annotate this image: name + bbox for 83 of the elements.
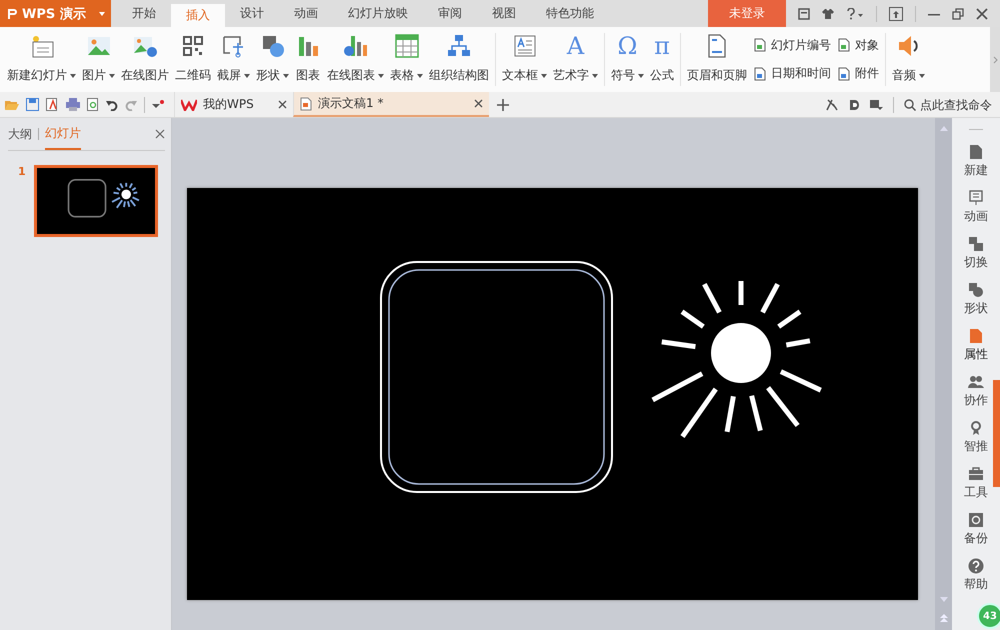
ribbon-button[interactable]: 在线图表: [324, 27, 387, 92]
ribbon-small-button[interactable]: 幻灯片编号: [753, 36, 831, 54]
file-icon: [837, 38, 851, 52]
restore-icon[interactable]: [952, 8, 964, 20]
menu-tab[interactable]: 幻灯片放映: [333, 0, 423, 27]
slide-number: 1: [18, 165, 26, 180]
ribbon-button[interactable]: 表格: [387, 27, 426, 92]
panel-toggle-handle[interactable]: [993, 380, 1000, 487]
sidebar-button[interactable]: 备份: [964, 506, 988, 552]
shapes-icon: [968, 282, 984, 298]
help-icon[interactable]: [846, 8, 864, 20]
org-chart-icon: [446, 33, 472, 59]
close-icon[interactable]: [278, 100, 287, 109]
sidebar-button[interactable]: 切换: [964, 230, 988, 276]
ribbon-button[interactable]: A 艺术字: [550, 27, 601, 92]
ribbon-button[interactable]: 音频: [889, 27, 928, 92]
award-icon: [968, 420, 984, 436]
sidebar-button[interactable]: 智推: [964, 414, 988, 460]
backup-icon: [968, 512, 984, 528]
pdf-export-icon[interactable]: [46, 98, 59, 111]
toolbox-icon: [968, 466, 984, 482]
presentation-file-icon: [300, 96, 312, 110]
sidebar-button[interactable]: 动画: [964, 184, 988, 230]
menu-tab[interactable]: 开始: [117, 0, 171, 27]
ribbon-button[interactable]: 图片: [79, 27, 118, 92]
transition-icon: [968, 236, 984, 252]
ribbon-button[interactable]: 页眉和页脚: [684, 27, 750, 92]
ribbon-small-button[interactable]: 附件: [837, 65, 879, 82]
ribbon-button[interactable]: 文本框: [499, 27, 550, 92]
search-icon: [904, 98, 916, 110]
menu-tab[interactable]: 特色功能: [531, 0, 609, 27]
sidebar-button[interactable]: 工具: [964, 460, 988, 506]
close-icon[interactable]: [155, 129, 165, 139]
menu-tab[interactable]: 动画: [279, 0, 333, 27]
print-icon[interactable]: [66, 98, 80, 111]
file-icon: [837, 66, 851, 81]
skin-icon[interactable]: [798, 8, 810, 20]
file-icon: [753, 66, 767, 81]
print-preview-icon[interactable]: [87, 98, 99, 111]
sidebar-button[interactable]: 形状: [964, 276, 988, 322]
ribbon-small-button[interactable]: 日期和时间: [753, 65, 831, 82]
ribbon-button[interactable]: Ω 符号: [608, 27, 647, 92]
shirt-icon[interactable]: [822, 8, 834, 20]
dropdown-icon[interactable]: [152, 100, 164, 110]
sidebar-button[interactable]: 新建: [964, 138, 988, 184]
comment-icon[interactable]: [870, 98, 883, 110]
text-box-icon: [512, 33, 538, 59]
ribbon-button[interactable]: 在线图片: [118, 27, 172, 92]
upload-icon[interactable]: [889, 6, 903, 20]
save-icon[interactable]: [26, 98, 39, 111]
people-icon: [968, 374, 984, 390]
ribbon-button[interactable]: 新建幻灯片: [4, 27, 79, 92]
chevron-right-icon: [992, 56, 998, 64]
file-icon: [753, 38, 767, 52]
sidebar-button[interactable]: 帮助: [964, 552, 988, 598]
panel-tab[interactable]: 大纲: [8, 120, 32, 148]
ribbon-button[interactable]: 二维码: [172, 27, 214, 92]
help-icon: [968, 558, 984, 574]
close-icon[interactable]: [976, 8, 988, 20]
sidebar-button[interactable]: 协作: [964, 368, 988, 414]
ribbon-small-button[interactable]: 对象: [837, 36, 879, 54]
undo-icon[interactable]: [106, 98, 118, 110]
wps-logo-icon: [181, 98, 197, 110]
app-name: WPS 演示: [22, 6, 86, 22]
ribbon-button[interactable]: 形状: [253, 27, 292, 92]
ribbon-button[interactable]: π 公式: [647, 27, 677, 92]
presentation-icon: [968, 190, 984, 206]
table-icon: [394, 33, 420, 59]
ribbon-button[interactable]: 组织结构图: [426, 27, 492, 92]
document-tab[interactable]: 演示文稿1 *: [293, 92, 489, 117]
qr-code-icon: [180, 33, 206, 59]
app-logo-icon: [6, 8, 18, 20]
command-search-field[interactable]: 点此查找命令: [904, 98, 996, 112]
close-icon[interactable]: [474, 99, 483, 108]
menu-tab[interactable]: 设计: [225, 0, 279, 27]
ribbon-button[interactable]: 图表: [292, 27, 324, 92]
ribbon-button[interactable]: 截屏: [214, 27, 253, 92]
menu-tab[interactable]: 审阅: [423, 0, 477, 27]
online-chart-icon: [342, 33, 368, 59]
add-tab-icon[interactable]: [497, 98, 509, 110]
caret-icon: [99, 12, 105, 16]
sidebar-button[interactable]: 属性: [964, 322, 988, 368]
menu-tab[interactable]: 视图: [477, 0, 531, 27]
